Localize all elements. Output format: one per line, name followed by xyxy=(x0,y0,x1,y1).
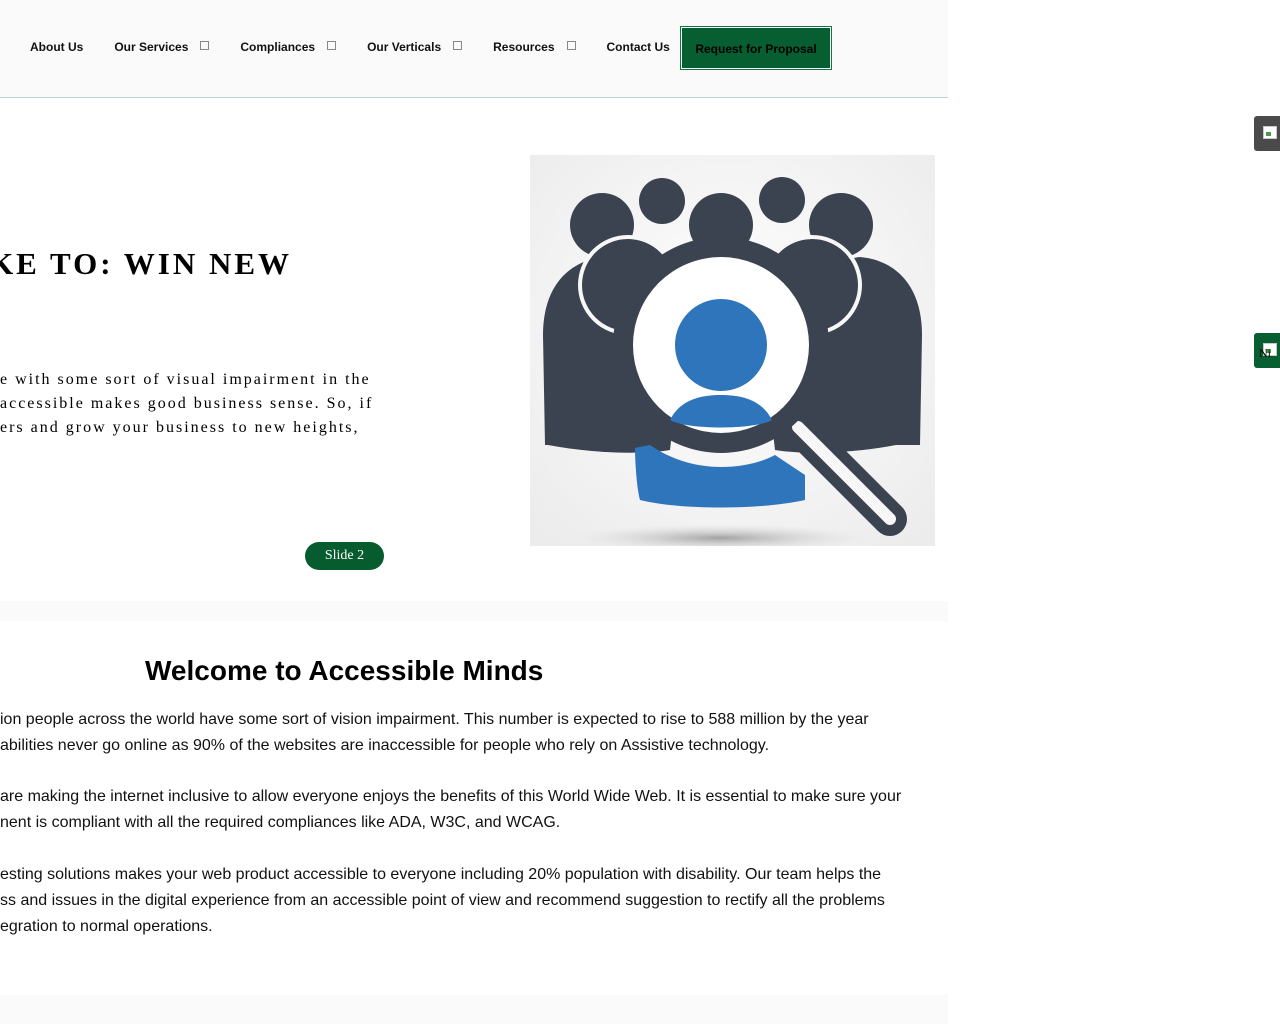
request-proposal-button[interactable]: Request for Proposal xyxy=(680,26,832,70)
nav-label: Our Verticals xyxy=(367,40,442,54)
main-nav: About Us Our Services Compliances Our Ve… xyxy=(30,40,701,54)
paragraph-line: egration to normal operations. xyxy=(0,918,213,935)
side-tab-top[interactable] xyxy=(1254,116,1280,151)
welcome-title: Welcome to Accessible Minds xyxy=(145,655,544,686)
nav-our-services[interactable]: Our Services xyxy=(114,40,210,54)
paragraph-line: esting solutions makes your web product … xyxy=(0,866,882,883)
dropdown-icon xyxy=(200,41,210,50)
broken-image-icon xyxy=(1263,126,1277,139)
nav-resources[interactable]: Resources xyxy=(493,40,576,54)
nav-about-us[interactable]: About Us xyxy=(30,40,83,54)
nav-compliances[interactable]: Compliances xyxy=(240,40,337,54)
people-magnifier-icon xyxy=(530,155,935,546)
paragraph-line: are making the internet inclusive to all… xyxy=(0,788,902,805)
slide-heading: IKE TO: WIN NEW xyxy=(0,246,293,281)
nav-label: Compliances xyxy=(240,40,316,54)
welcome-paragraph: ion people across the world have some so… xyxy=(0,707,869,759)
nav-label: Our Services xyxy=(114,40,189,54)
paragraph-line: ion people across the world have some so… xyxy=(0,711,869,728)
page: About Us Our Services Compliances Our Ve… xyxy=(0,0,948,1024)
dropdown-icon xyxy=(327,41,337,50)
slide-indicator-button[interactable]: Slide 2 xyxy=(305,542,384,570)
nav-label: Resources xyxy=(493,40,555,54)
slide-text: e with some sort of visual impairment in… xyxy=(0,368,400,440)
section-divider xyxy=(0,601,948,621)
slide-text-line: e with some sort of visual impairment in… xyxy=(0,371,371,388)
paragraph-line: abilities never go online as 90% of the … xyxy=(0,737,770,754)
site-header: About Us Our Services Compliances Our Ve… xyxy=(0,0,948,98)
welcome-paragraph: are making the internet inclusive to all… xyxy=(0,784,901,836)
dropdown-icon xyxy=(453,41,463,50)
nav-label: About Us xyxy=(30,40,84,54)
paragraph-line: nent is compliant with all the required … xyxy=(0,814,561,831)
side-tab-label: Ni xyxy=(1259,346,1271,360)
slide-text-line: ers and grow your business to new height… xyxy=(0,419,360,436)
slide-text-line: accessible makes good business sense. So… xyxy=(0,395,374,412)
request-proposal-label: Request for Proposal xyxy=(682,28,830,68)
side-tab-bottom[interactable]: Ni xyxy=(1254,333,1280,368)
dropdown-icon xyxy=(566,41,576,50)
nav-contact-us[interactable]: Contact Us xyxy=(607,40,670,54)
nav-our-verticals[interactable]: Our Verticals xyxy=(367,40,463,54)
paragraph-line: ss and issues in the digital experience … xyxy=(0,892,885,909)
welcome-paragraph: esting solutions makes your web product … xyxy=(0,862,885,940)
nav-label: Contact Us xyxy=(606,40,670,54)
section-divider xyxy=(0,995,948,1024)
